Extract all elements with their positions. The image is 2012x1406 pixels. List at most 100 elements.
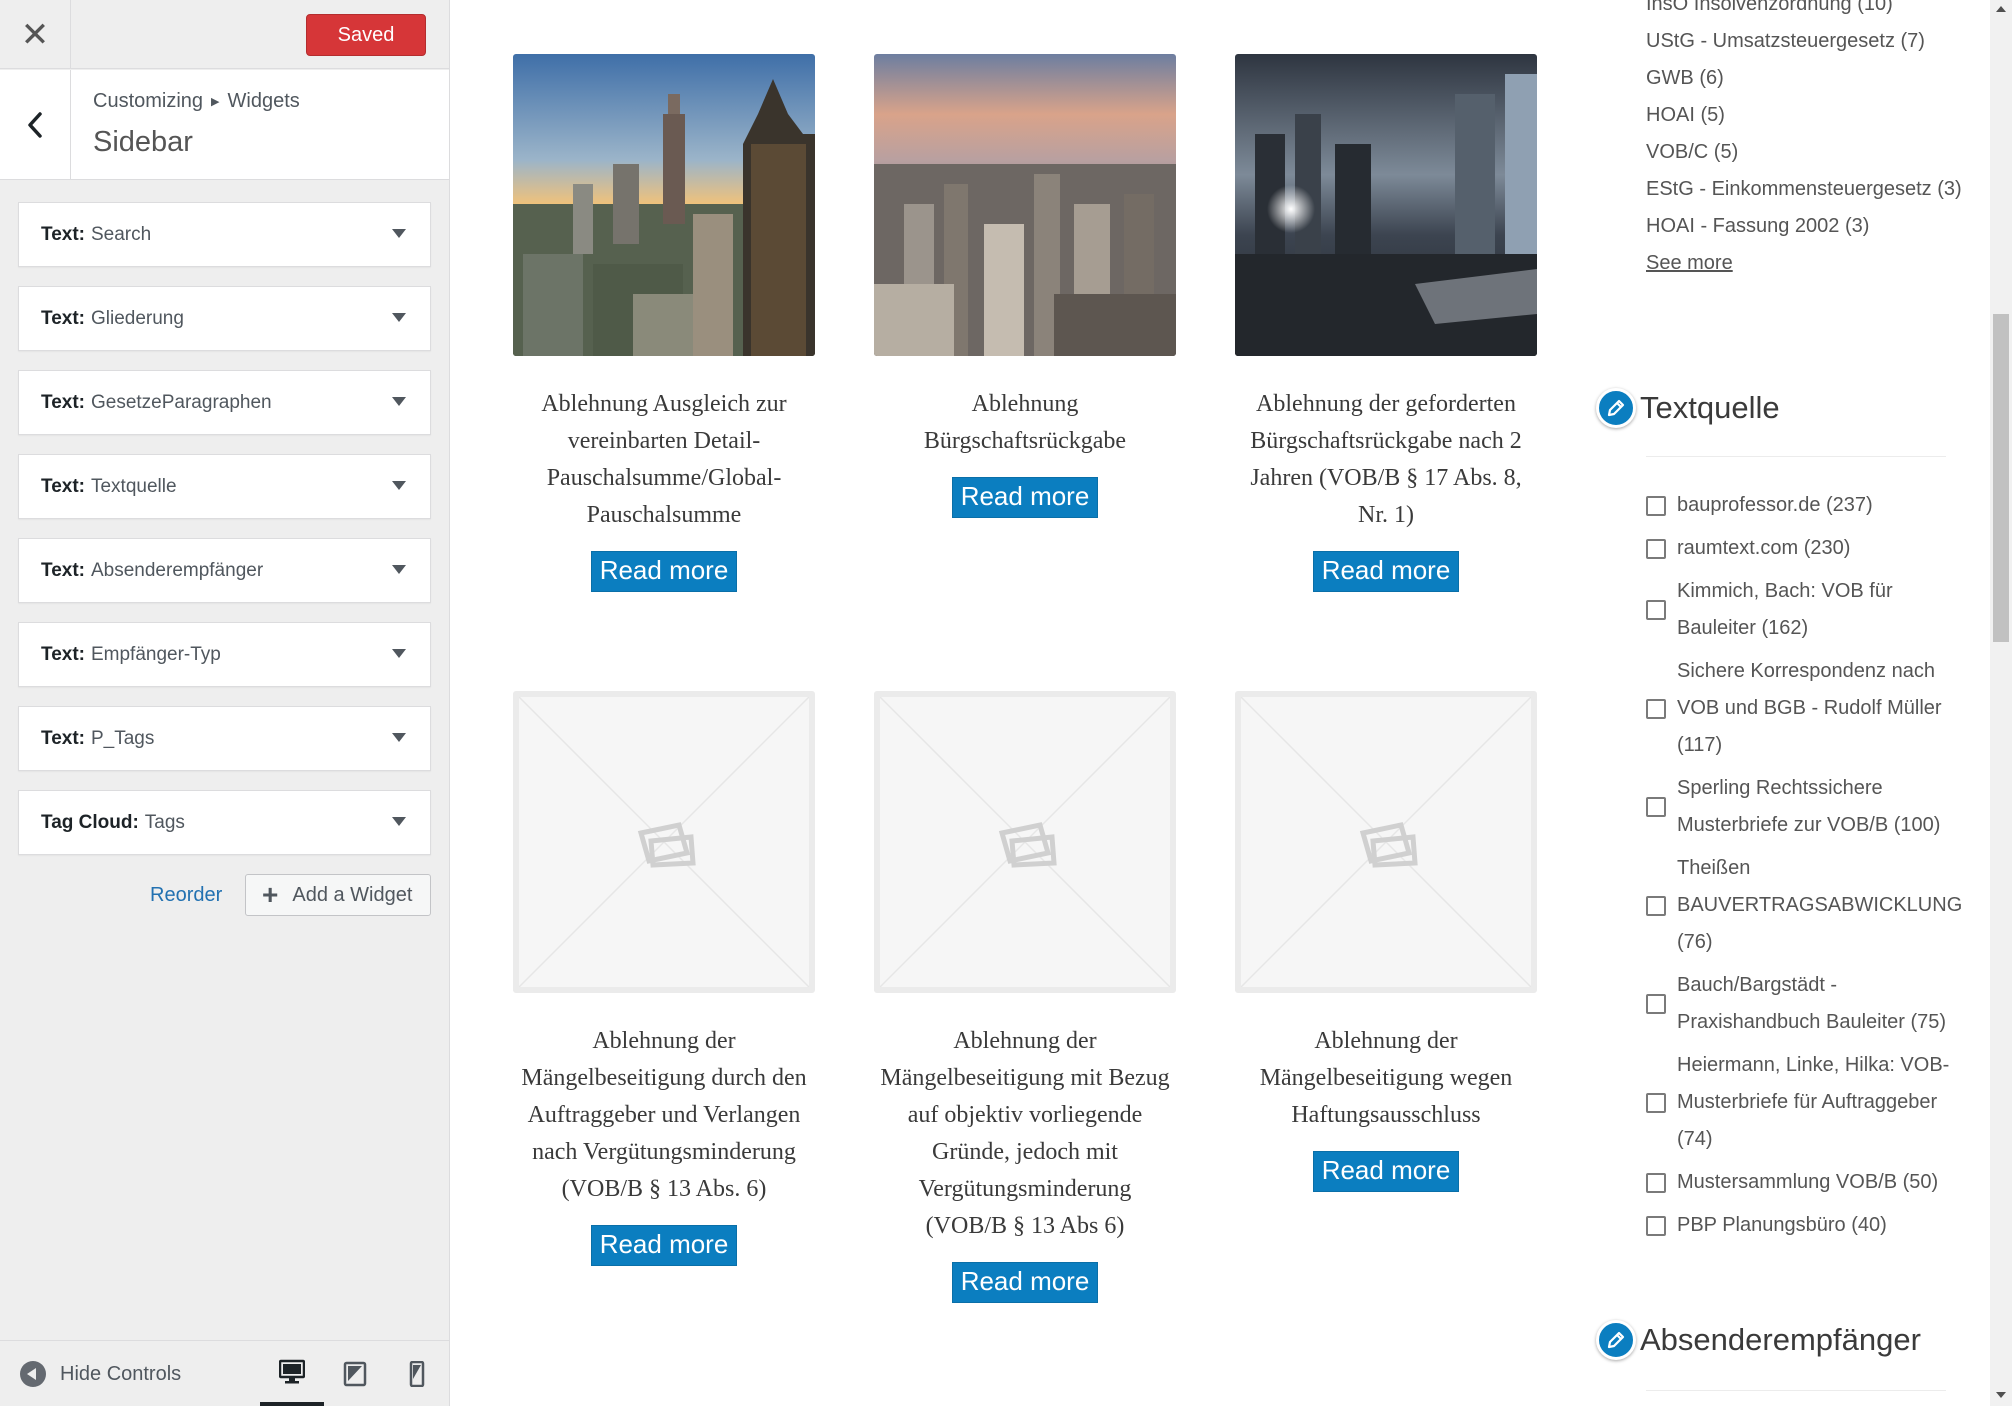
widget-title: Gliederung (90, 307, 184, 329)
category-item[interactable]: VOB/C (5) (1646, 134, 1976, 171)
filter-item: raumtext.com (230) (1646, 530, 1956, 567)
filter-label[interactable]: Sperling Rechtssichere Musterbriefe zur … (1677, 770, 1956, 844)
preview-desktop-button[interactable] (260, 1341, 324, 1406)
checkbox[interactable] (1646, 538, 1666, 559)
expand-arrow-icon[interactable] (392, 733, 406, 742)
add-widget-label: Add a Widget (292, 883, 413, 906)
read-more-button[interactable]: Read more (951, 477, 1099, 518)
save-button[interactable]: Saved (306, 14, 426, 56)
expand-arrow-icon[interactable] (392, 313, 406, 322)
expand-arrow-icon[interactable] (392, 565, 406, 574)
widget-item[interactable]: Text: Gliederung (18, 286, 431, 351)
widget-item[interactable]: Text: Absenderempfänger (18, 538, 431, 603)
post-card: Ablehnung der geforderten Bürgschaftsrüc… (1235, 54, 1537, 592)
filter-item: Heiermann, Linke, Hilka: VOB-Musterbrief… (1646, 1047, 1956, 1158)
preview-mobile-button[interactable] (385, 1341, 449, 1406)
post-image[interactable] (513, 54, 815, 356)
hide-controls-button[interactable]: Hide Controls (20, 1361, 181, 1387)
preview-tablet-button[interactable] (323, 1341, 387, 1406)
read-more-button[interactable]: Read more (590, 1225, 738, 1266)
placeholder-image[interactable] (1235, 691, 1537, 993)
category-item[interactable]: GWB (6) (1646, 60, 1976, 97)
read-more-button[interactable]: Read more (1312, 551, 1460, 592)
post-title[interactable]: Ablehnung der geforderten Bürgschaftsrüc… (1235, 386, 1537, 534)
widget-type: Text: (41, 643, 85, 665)
post-image[interactable] (874, 54, 1176, 356)
widget-item[interactable]: Text: Search (18, 202, 431, 267)
expand-arrow-icon[interactable] (392, 817, 406, 826)
checkbox[interactable] (1646, 495, 1666, 516)
image-icon (637, 822, 696, 868)
filter-item: bauprofessor.de (237) (1646, 487, 1956, 524)
filter-label[interactable]: raumtext.com (230) (1677, 530, 1850, 567)
post-title[interactable]: Ablehnung der Mängelbeseitigung durch de… (513, 1023, 815, 1208)
filter-item: Theißen BAUVERTRAGSABWICKLUNG (76) (1646, 850, 1962, 961)
filter-item: Sichere Korrespondenz nach VOB und BGB -… (1646, 653, 1956, 764)
filter-label[interactable]: Bauch/Bargstädt - Praxishandbuch Bauleit… (1677, 967, 1956, 1041)
scroll-down-icon[interactable] (1996, 1392, 2006, 1398)
filter-label[interactable]: Mustersammlung VOB/B (50) (1677, 1164, 1938, 1201)
checkbox[interactable] (1646, 698, 1666, 719)
read-more-button[interactable]: Read more (951, 1262, 1099, 1303)
post-title[interactable]: Ablehnung Bürgschaftsrückgabe (874, 386, 1176, 460)
reorder-link[interactable]: Reorder (150, 884, 222, 907)
scrollbar-thumb[interactable] (1993, 314, 2009, 642)
filter-label[interactable]: Theißen BAUVERTRAGSABWICKLUNG (76) (1677, 850, 1962, 961)
add-widget-button[interactable]: + Add a Widget (245, 874, 431, 916)
filter-label[interactable]: bauprofessor.de (237) (1677, 487, 1873, 524)
checkbox[interactable] (1646, 797, 1666, 817)
category-item[interactable]: HOAI (5) (1646, 97, 1976, 134)
expand-arrow-icon[interactable] (392, 649, 406, 658)
edit-shortcut-button[interactable] (1596, 388, 1636, 428)
customizer-footer: Hide Controls (0, 1340, 449, 1406)
checkbox[interactable] (1646, 895, 1666, 916)
category-item[interactable]: UStG - Umsatzsteuergesetz (7) (1646, 23, 1976, 60)
widget-item[interactable]: Text: Textquelle (18, 454, 431, 519)
preview-scrollbar[interactable] (1990, 0, 2012, 1406)
post-title[interactable]: Ablehnung Ausgleich zur vereinbarten Det… (513, 386, 815, 534)
checkbox[interactable] (1646, 1172, 1666, 1193)
checkbox[interactable] (1646, 1092, 1666, 1113)
post-title[interactable]: Ablehnung der Mängelbeseitigung mit Bezu… (874, 1023, 1176, 1245)
widget-heading: Textquelle (1640, 390, 1780, 425)
filter-label[interactable]: Kimmich, Bach: VOB für Bauleiter (162) (1677, 573, 1956, 647)
breadcrumb-separator-icon: ▶ (211, 96, 220, 108)
edit-shortcut-button[interactable] (1596, 1320, 1636, 1360)
widget-item[interactable]: Text: P_Tags (18, 706, 431, 771)
widget-type: Text: (41, 307, 85, 329)
textquelle-filter-list: bauprofessor.de (237) raumtext.com (230)… (1646, 487, 1962, 1250)
see-more-link[interactable]: See more (1646, 252, 1733, 274)
image-icon (1359, 822, 1418, 868)
category-item[interactable]: InsO Insolvenzordnung (10) (1646, 0, 1976, 23)
category-item[interactable]: HOAI - Fassung 2002 (3) (1646, 208, 1976, 245)
category-item[interactable]: EStG - Einkommensteuergesetz (3) (1646, 171, 1976, 208)
widget-item[interactable]: Tag Cloud: Tags (18, 790, 431, 855)
widget-item[interactable]: Text: Empfänger-Typ (18, 622, 431, 687)
placeholder-image[interactable] (513, 691, 815, 993)
expand-arrow-icon[interactable] (392, 481, 406, 490)
widget-actions: Reorder + Add a Widget (0, 874, 449, 918)
checkbox[interactable] (1646, 994, 1666, 1014)
filter-item: Mustersammlung VOB/B (50) (1646, 1164, 1956, 1201)
filter-label[interactable]: Heiermann, Linke, Hilka: VOB-Musterbrief… (1677, 1047, 1956, 1158)
checkbox[interactable] (1646, 600, 1666, 620)
customizer-header: ✕ Saved (0, 0, 449, 69)
widget-title: Absenderempfänger (90, 559, 264, 581)
widget-title: Textquelle (90, 475, 177, 497)
expand-arrow-icon[interactable] (392, 397, 406, 406)
placeholder-image[interactable] (874, 691, 1176, 993)
post-card: Ablehnung Bürgschaftsrückgabe Read more (874, 54, 1176, 518)
scroll-up-icon[interactable] (1996, 6, 2006, 12)
back-button[interactable] (0, 70, 71, 180)
widget-item[interactable]: Text: GesetzeParagraphen (18, 370, 431, 435)
checkbox[interactable] (1646, 1215, 1666, 1236)
post-image[interactable] (1235, 54, 1537, 356)
close-customizer-button[interactable]: ✕ (0, 0, 71, 69)
post-title[interactable]: Ablehnung der Mängelbeseitigung wegen Ha… (1235, 1023, 1537, 1134)
filter-label[interactable]: PBP Planungsbüro (40) (1677, 1207, 1887, 1244)
filter-label[interactable]: Sichere Korrespondenz nach VOB und BGB -… (1677, 653, 1956, 764)
read-more-button[interactable]: Read more (1312, 1151, 1460, 1192)
city-night-image (1235, 54, 1537, 356)
expand-arrow-icon[interactable] (392, 229, 406, 238)
read-more-button[interactable]: Read more (590, 551, 738, 592)
